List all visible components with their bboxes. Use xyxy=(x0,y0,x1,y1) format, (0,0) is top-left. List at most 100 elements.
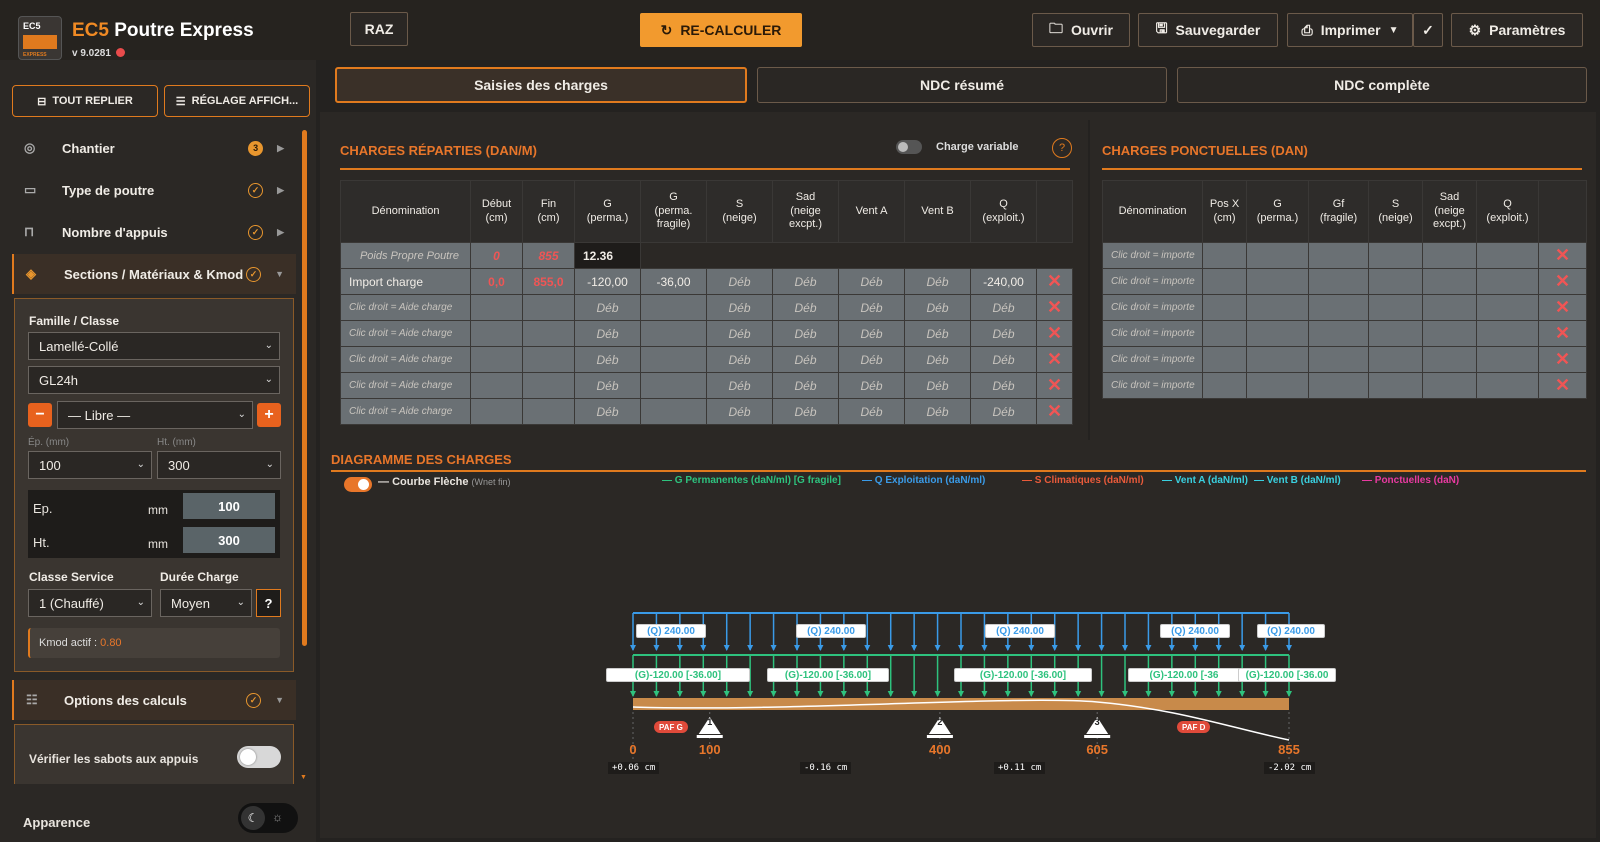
minus-button[interactable]: − xyxy=(28,403,52,427)
delete-row-icon[interactable]: ✕ xyxy=(1538,346,1587,373)
value-cell[interactable]: Déb xyxy=(772,372,839,399)
value-cell[interactable] xyxy=(1368,268,1423,295)
tab-summary[interactable]: NDC résumé xyxy=(757,67,1167,103)
row-name[interactable]: Clic droit = importe xyxy=(1102,372,1203,399)
sidebar-item-sections[interactable]: ◈ Sections / Matériaux & Kmod ✓ ▼ xyxy=(12,254,296,294)
value-cell[interactable]: Déb xyxy=(904,294,971,321)
scroll-down-icon[interactable]: ▼ xyxy=(300,774,307,781)
value-cell[interactable] xyxy=(1308,372,1369,399)
value-cell[interactable] xyxy=(1368,346,1423,373)
sidebar-scrollbar[interactable] xyxy=(302,130,307,646)
check-hangers-toggle[interactable] xyxy=(237,746,281,768)
value-cell[interactable] xyxy=(1368,294,1423,321)
value-cell[interactable]: Déb xyxy=(574,398,641,425)
value-cell[interactable] xyxy=(1476,294,1539,321)
delete-row-icon[interactable]: ✕ xyxy=(1036,398,1073,425)
end-cell[interactable]: 855,0 xyxy=(522,268,575,295)
start-cell[interactable]: 0 xyxy=(470,242,523,269)
print-confirm-button[interactable]: ✓ xyxy=(1413,13,1443,47)
value-cell[interactable]: Déb xyxy=(706,294,773,321)
row-name[interactable]: Clic droit = importe xyxy=(1102,294,1203,321)
open-button[interactable]: 🗀 Ouvrir xyxy=(1032,13,1130,47)
value-cell[interactable] xyxy=(1422,268,1477,295)
delete-row-icon[interactable]: ✕ xyxy=(1538,294,1587,321)
value-cell[interactable] xyxy=(1246,372,1309,399)
value-cell[interactable] xyxy=(1476,320,1539,347)
value-cell[interactable]: Déb xyxy=(706,398,773,425)
value-cell[interactable] xyxy=(1202,268,1247,295)
value-cell[interactable]: Déb xyxy=(706,320,773,347)
start-cell[interactable] xyxy=(470,294,523,321)
row-name[interactable]: Clic droit = importe xyxy=(1102,242,1203,269)
end-cell[interactable] xyxy=(522,346,575,373)
family-select[interactable]: Lamellé-Collé ⌄ xyxy=(28,332,280,360)
value-cell[interactable] xyxy=(640,398,707,425)
value-cell[interactable]: Déb xyxy=(904,398,971,425)
start-cell[interactable] xyxy=(470,398,523,425)
value-cell[interactable]: Déb xyxy=(838,346,905,373)
delete-row-icon[interactable]: ✕ xyxy=(1036,294,1073,321)
value-cell[interactable]: Déb xyxy=(904,268,971,295)
value-cell[interactable]: Déb xyxy=(838,268,905,295)
value-cell[interactable]: Déb xyxy=(970,398,1037,425)
value-cell[interactable] xyxy=(1308,268,1369,295)
ep-input[interactable]: 100 xyxy=(183,493,275,519)
value-cell[interactable]: Déb xyxy=(838,320,905,347)
value-cell[interactable]: Déb xyxy=(574,294,641,321)
value-cell[interactable]: Déb xyxy=(970,346,1037,373)
delete-row-icon[interactable]: ✕ xyxy=(1538,242,1587,269)
value-cell[interactable]: Déb xyxy=(772,346,839,373)
value-cell[interactable] xyxy=(640,294,707,321)
row-name[interactable]: Clic droit = Aide charge xyxy=(340,294,471,321)
row-name[interactable]: Clic droit = Aide charge xyxy=(340,346,471,373)
sidebar-item-chantier[interactable]: ◎ Chantier 3 ▶ xyxy=(12,128,296,168)
row-name[interactable]: Clic droit = Aide charge xyxy=(340,398,471,425)
value-cell[interactable]: Déb xyxy=(838,294,905,321)
value-cell[interactable] xyxy=(1202,346,1247,373)
value-cell[interactable] xyxy=(640,346,707,373)
start-cell[interactable] xyxy=(470,320,523,347)
load-duration-select[interactable]: Moyen ⌄ xyxy=(160,589,252,617)
row-name[interactable]: Clic droit = importe xyxy=(1102,346,1203,373)
delete-row-icon[interactable]: ✕ xyxy=(1036,268,1073,295)
variable-load-toggle[interactable] xyxy=(896,140,922,154)
value-cell[interactable]: Déb xyxy=(772,398,839,425)
help-button[interactable]: ? xyxy=(256,589,281,617)
value-cell[interactable] xyxy=(1246,242,1309,269)
value-cell[interactable]: Déb xyxy=(904,320,971,347)
end-cell[interactable]: 855 xyxy=(522,242,575,269)
row-name[interactable]: Import charge xyxy=(340,268,471,295)
value-cell[interactable] xyxy=(1368,372,1423,399)
theme-toggle[interactable]: ☾ ☼ xyxy=(238,803,298,833)
value-cell[interactable] xyxy=(1476,372,1539,399)
end-cell[interactable] xyxy=(522,294,575,321)
delete-row-icon[interactable]: ✕ xyxy=(1538,320,1587,347)
preset-select[interactable]: — Libre — ⌄ xyxy=(57,401,253,429)
row-name[interactable]: Clic droit = importe xyxy=(1102,268,1203,295)
start-cell[interactable]: 0,0 xyxy=(470,268,523,295)
recalculate-button[interactable]: ↻ RE-CALCULER xyxy=(640,13,802,47)
delete-row-icon[interactable]: ✕ xyxy=(1036,320,1073,347)
value-cell[interactable]: Déb xyxy=(574,346,641,373)
ep-select[interactable]: 100 ⌄ xyxy=(28,451,152,479)
value-cell[interactable]: Déb xyxy=(772,268,839,295)
end-cell[interactable] xyxy=(522,398,575,425)
end-cell[interactable] xyxy=(522,320,575,347)
value-cell[interactable] xyxy=(1368,320,1423,347)
sidebar-item-options[interactable]: ☷ Options des calculs ✓ ▼ xyxy=(12,680,296,720)
grade-select[interactable]: GL24h ⌄ xyxy=(28,366,280,394)
value-cell[interactable]: Déb xyxy=(970,372,1037,399)
value-cell[interactable] xyxy=(1308,320,1369,347)
value-cell[interactable] xyxy=(1246,268,1309,295)
value-cell[interactable] xyxy=(1246,320,1309,347)
value-cell[interactable] xyxy=(1246,294,1309,321)
ht-input[interactable]: 300 xyxy=(183,527,275,553)
value-cell[interactable]: -120,00 xyxy=(574,268,641,295)
value-cell[interactable] xyxy=(1202,242,1247,269)
row-name[interactable]: Clic droit = importe xyxy=(1102,320,1203,347)
value-cell[interactable] xyxy=(640,320,707,347)
row-name[interactable]: Clic droit = Aide charge xyxy=(340,372,471,399)
value-cell[interactable] xyxy=(1422,242,1477,269)
value-cell[interactable] xyxy=(1476,346,1539,373)
delete-row-icon[interactable]: ✕ xyxy=(1036,372,1073,399)
